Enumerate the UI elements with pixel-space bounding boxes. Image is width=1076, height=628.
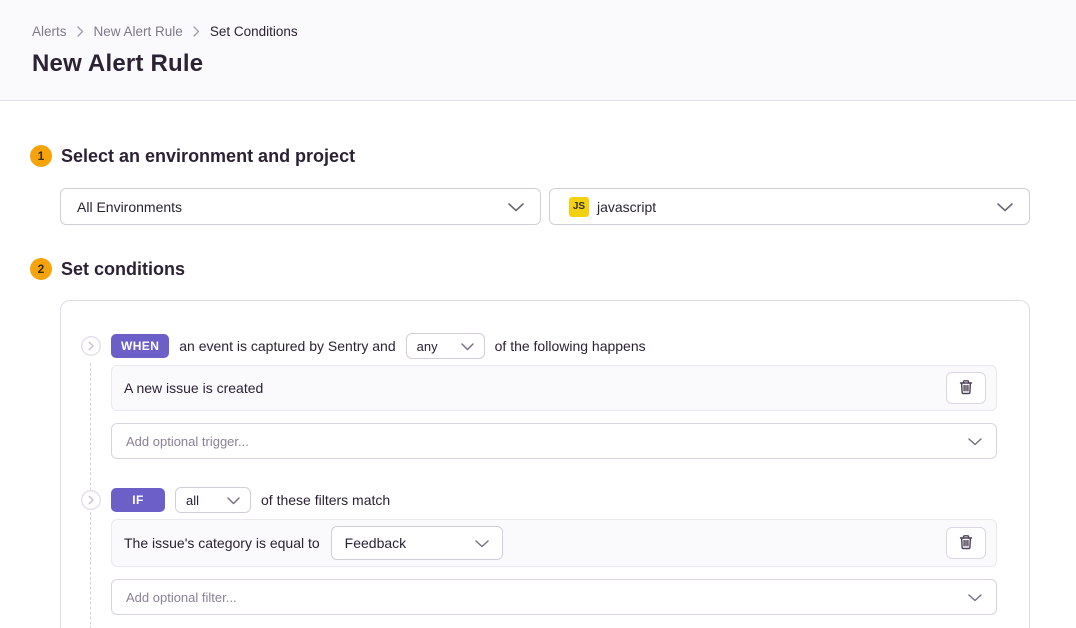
step2-number-badge: 2 <box>30 258 52 280</box>
chevron-right-icon <box>193 26 200 37</box>
filter-category-select[interactable]: Feedback <box>331 526 503 560</box>
delete-trigger-button[interactable] <box>946 372 986 404</box>
project-select[interactable]: JS javascript <box>549 188 1030 225</box>
trash-icon <box>958 534 974 553</box>
when-frequency-value: any <box>417 339 438 354</box>
project-select-value: javascript <box>597 199 656 215</box>
add-optional-trigger-placeholder: Add optional trigger... <box>126 434 249 449</box>
chevron-down-icon <box>968 434 982 449</box>
when-text-after: of the following happens <box>495 338 646 354</box>
breadcrumb: Alerts New Alert Rule Set Conditions <box>32 24 1044 39</box>
environment-project-row: All Environments JS javascript <box>60 188 1030 225</box>
main-content: 1 Select an environment and project All … <box>0 145 1076 628</box>
if-rows: The issue's category is equal to Feedbac… <box>111 519 997 615</box>
chevron-right-icon <box>77 26 84 37</box>
when-frequency-select[interactable]: any <box>406 333 485 359</box>
filter-category-value: Feedback <box>345 535 406 551</box>
breadcrumb-alerts[interactable]: Alerts <box>32 24 67 39</box>
step1-header: 1 Select an environment and project <box>30 145 1030 167</box>
breadcrumb-set-conditions: Set Conditions <box>210 24 298 39</box>
step1-number-badge: 1 <box>30 145 52 167</box>
chevron-down-icon <box>997 199 1013 215</box>
if-match-select[interactable]: all <box>175 487 251 513</box>
chevron-down-icon <box>227 493 240 508</box>
add-optional-filter-select[interactable]: Add optional filter... <box>111 579 997 615</box>
when-rows: A new issue is created Add optional trig… <box>111 365 997 459</box>
trash-icon <box>958 379 974 398</box>
page-title: New Alert Rule <box>32 50 1044 78</box>
collapse-circle-chevron-icon[interactable] <box>81 490 101 510</box>
filter-row: The issue's category is equal to Feedbac… <box>111 519 997 567</box>
environment-select-value: All Environments <box>77 199 182 215</box>
if-text-after: of these filters match <box>261 492 390 508</box>
chevron-down-icon <box>968 590 982 605</box>
add-optional-trigger-select[interactable]: Add optional trigger... <box>111 423 997 459</box>
when-header: WHEN an event is captured by Sentry and … <box>81 333 997 359</box>
step2-header: 2 Set conditions <box>30 258 1030 280</box>
chevron-down-icon <box>475 535 489 551</box>
trigger-row-label: A new issue is created <box>122 380 263 396</box>
chevron-down-icon <box>508 199 524 215</box>
conditions-card: WHEN an event is captured by Sentry and … <box>60 300 1030 628</box>
add-optional-filter-placeholder: Add optional filter... <box>126 590 237 605</box>
when-text-before: an event is captured by Sentry and <box>179 338 395 354</box>
if-match-value: all <box>186 493 199 508</box>
if-section: IF all of these filters match The issue'… <box>81 487 997 615</box>
step2-title: Set conditions <box>61 259 185 280</box>
when-badge: WHEN <box>111 334 169 358</box>
when-section: WHEN an event is captured by Sentry and … <box>81 333 997 459</box>
javascript-platform-icon: JS <box>569 197 589 217</box>
if-header: IF all of these filters match <box>81 487 997 513</box>
filter-row-label: The issue's category is equal to <box>122 535 320 551</box>
chevron-down-icon <box>461 339 474 354</box>
breadcrumb-new-alert-rule[interactable]: New Alert Rule <box>94 24 183 39</box>
page-header: Alerts New Alert Rule Set Conditions New… <box>0 0 1076 101</box>
trigger-row: A new issue is created <box>111 365 997 411</box>
step1-title: Select an environment and project <box>61 146 355 167</box>
environment-select[interactable]: All Environments <box>60 188 541 225</box>
collapse-circle-chevron-icon[interactable] <box>81 336 101 356</box>
if-badge: IF <box>111 488 165 512</box>
delete-filter-button[interactable] <box>946 527 986 559</box>
